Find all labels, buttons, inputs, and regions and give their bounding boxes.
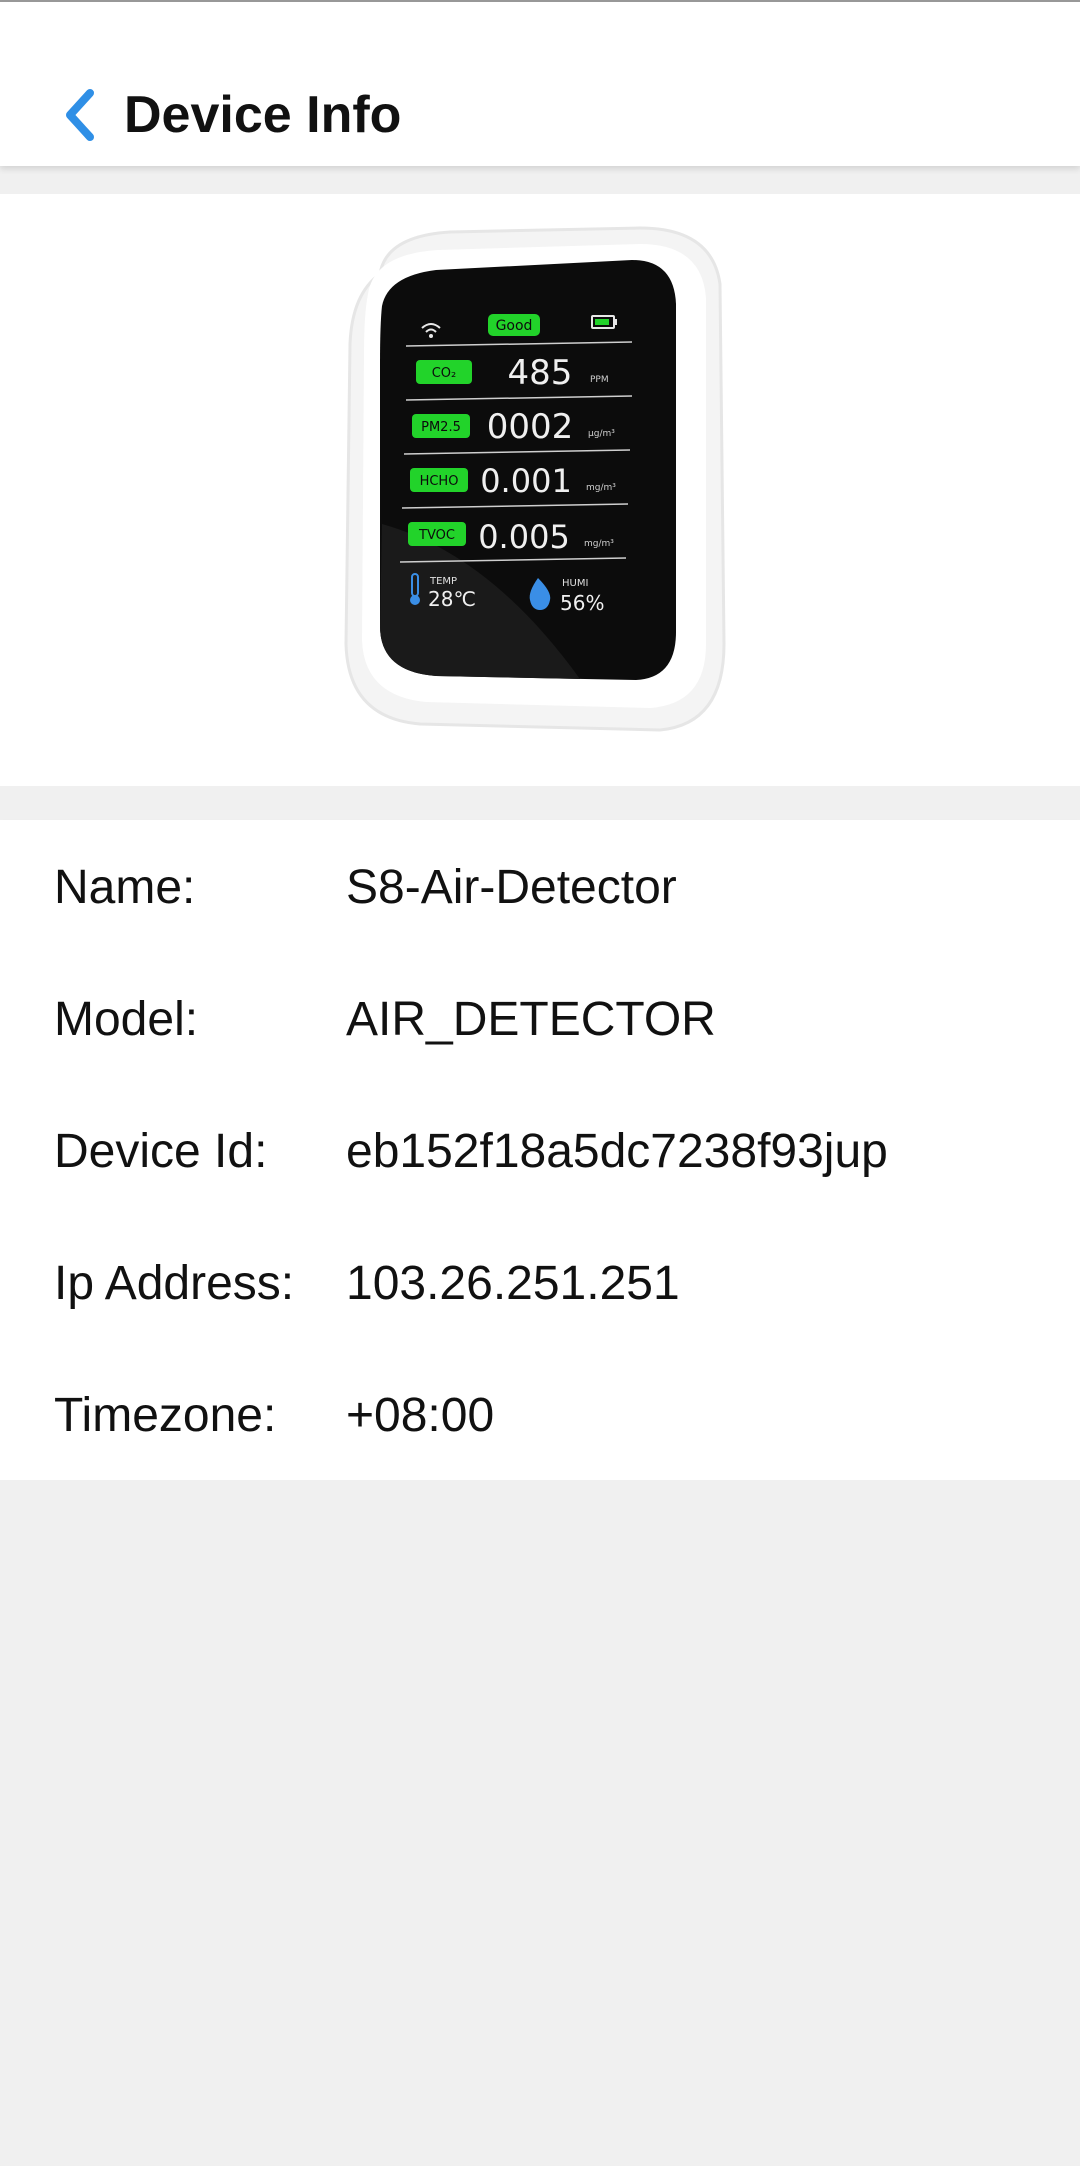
tvoc-badge: TVOC bbox=[418, 528, 455, 543]
temp-value: 28℃ bbox=[428, 587, 476, 611]
tvoc-value: 0.005 bbox=[478, 518, 570, 556]
co2-unit: PPM bbox=[590, 375, 609, 385]
co2-badge: CO₂ bbox=[432, 366, 457, 381]
ip-address-label: Ip Address: bbox=[54, 1257, 295, 1310]
model-label: Model: bbox=[54, 993, 199, 1046]
tvoc-unit: mg/m³ bbox=[584, 539, 614, 549]
hcho-badge: HCHO bbox=[420, 474, 459, 489]
info-row-model: Model: AIR_DETECTOR bbox=[0, 970, 1080, 1070]
device-image-card: Good CO₂ 485 PPM PM2.5 0002 μg/m³ HCHO 0… bbox=[0, 194, 1080, 786]
hcho-value: 0.001 bbox=[480, 462, 572, 500]
hcho-unit: mg/m³ bbox=[586, 483, 616, 493]
pm25-value: 0002 bbox=[487, 407, 574, 447]
humi-label: HUMI bbox=[562, 578, 588, 589]
timezone-label: Timezone: bbox=[54, 1389, 277, 1442]
ip-address-value: 103.26.251.251 bbox=[346, 1257, 680, 1310]
pm25-badge: PM2.5 bbox=[421, 420, 461, 435]
co2-value: 485 bbox=[508, 353, 573, 393]
app-header: Device Info bbox=[0, 2, 1080, 166]
status-badge-text: Good bbox=[496, 318, 533, 334]
empty-background bbox=[0, 1480, 1080, 2166]
info-row-ip-address: Ip Address: 103.26.251.251 bbox=[0, 1234, 1080, 1334]
name-label: Name: bbox=[54, 861, 196, 914]
device-image: Good CO₂ 485 PPM PM2.5 0002 μg/m³ HCHO 0… bbox=[340, 224, 740, 744]
model-value: AIR_DETECTOR bbox=[346, 993, 716, 1046]
timezone-value: +08:00 bbox=[346, 1389, 495, 1442]
page-title: Device Info bbox=[124, 86, 402, 144]
pm25-unit: μg/m³ bbox=[588, 429, 615, 439]
device-id-label: Device Id: bbox=[54, 1125, 268, 1178]
humi-value: 56% bbox=[560, 591, 604, 615]
device-info-list: Name: S8-Air-Detector Model: AIR_DETECTO… bbox=[0, 820, 1080, 1480]
name-value: S8-Air-Detector bbox=[346, 861, 677, 914]
info-row-timezone: Timezone: +08:00 bbox=[0, 1366, 1080, 1466]
back-button[interactable] bbox=[50, 80, 110, 150]
device-id-value: eb152f18a5dc7238f93jup bbox=[346, 1125, 888, 1178]
info-row-device-id: Device Id: eb152f18a5dc7238f93jup bbox=[0, 1102, 1080, 1202]
chevron-left-icon bbox=[66, 89, 94, 141]
info-row-name: Name: S8-Air-Detector bbox=[0, 838, 1080, 938]
temp-label: TEMP bbox=[429, 576, 457, 587]
